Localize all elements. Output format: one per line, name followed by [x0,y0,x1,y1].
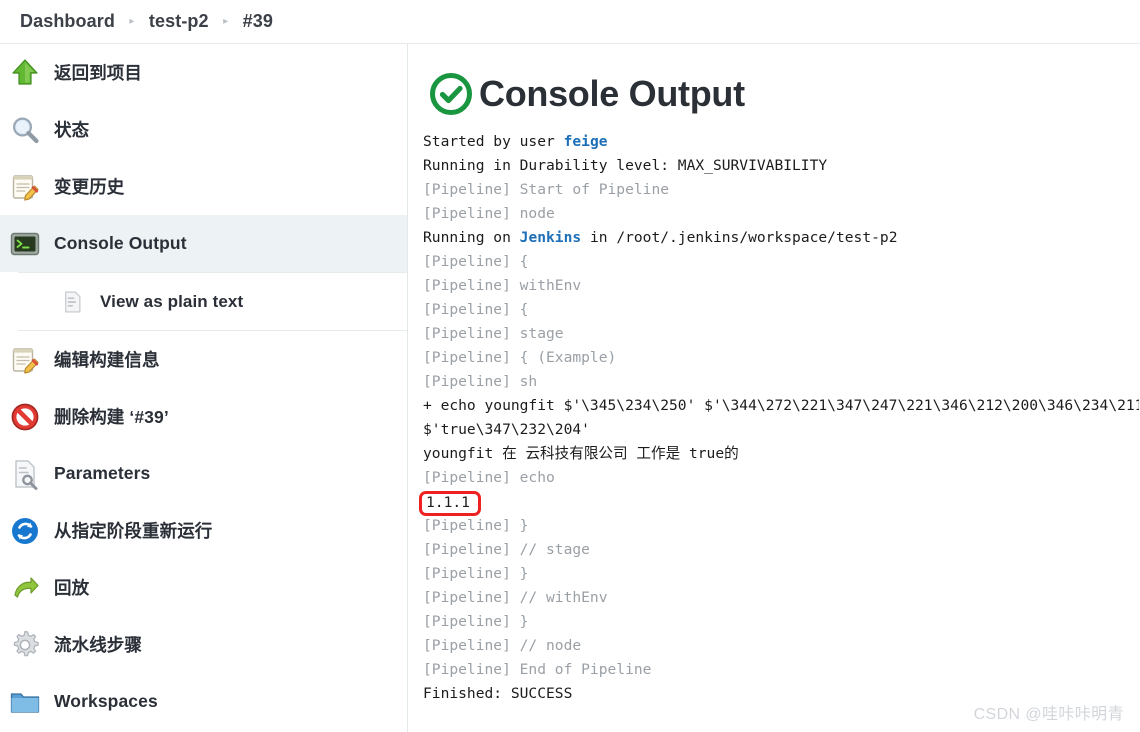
sidebar-item-label: 编辑构建信息 [54,350,160,370]
breadcrumb: Dashboard ▸ test-p2 ▸ #39 [0,0,1140,44]
console-log-line: Started by user feige [423,133,608,150]
up-arrow-icon [8,56,42,90]
console-log-line: [Pipeline] } [423,517,529,534]
console-log-line: [Pipeline] { (Example) [423,349,617,366]
sidebar-item-label: 从指定阶段重新运行 [54,521,213,541]
sidebar-item-item-2[interactable]: 变更历史 [0,158,407,215]
main-content: Console Output Started by user feige Runn… [409,44,1140,732]
sidebar: 返回到项目状态变更历史 Console Output View as plain t… [0,44,408,732]
console-log-line: [Pipeline] // stage [423,541,590,558]
breadcrumb-item-dashboard[interactable]: Dashboard [20,11,115,32]
sidebar-item-parameters[interactable]: Parameters [0,445,407,502]
console-log-link[interactable]: Jenkins [520,229,582,246]
sidebar-item-label: 返回到项目 [54,63,142,83]
console-log-line: Running on Jenkins in /root/.jenkins/wor… [423,229,898,246]
console-log-line: [Pipeline] sh [423,373,538,390]
magnifier-icon [8,113,42,147]
refresh-circle-icon [8,514,42,548]
sidebar-item-item-8[interactable]: 从指定阶段重新运行 [0,502,407,559]
red-highlight-annotation: 1.1.1 [419,491,481,516]
terminal-icon [8,227,42,261]
document-icon [60,287,86,317]
sidebar-item-label: View as plain text [100,291,244,311]
console-log-line: [Pipeline] Start of Pipeline [423,181,670,198]
sidebar-item-label: 回放 [54,578,90,598]
console-log-line: [Pipeline] // node [423,637,582,654]
sidebar-item-view-as-plain-text[interactable]: View as plain text [0,273,407,330]
breadcrumb-separator-icon: ▸ [223,15,229,27]
sidebar-item-label: Parameters [54,463,151,483]
console-log-link[interactable]: feige [564,133,608,150]
breadcrumb-item-test-p2[interactable]: test-p2 [149,11,209,32]
console-log-line-highlighted: 1.1.1 [419,490,1140,516]
watermark: CSDN @哇咔咔明青 [973,706,1124,723]
replay-arrow-icon [8,571,42,605]
console-log-line: [Pipeline] { [423,253,529,270]
folder-icon [8,685,42,719]
breadcrumb-separator-icon: ▸ [129,15,135,27]
sidebar-item-item-10[interactable]: 流水线步骤 [0,616,407,673]
console-log-output: Started by user feige Running in Durabili… [419,130,1140,706]
sidebar-item-label: 流水线步骤 [54,635,142,655]
console-log-line: [Pipeline] End of Pipeline [423,661,652,678]
document-wrench-icon [8,457,42,491]
sidebar-item-label: 变更历史 [54,177,125,197]
success-check-icon [425,68,477,120]
sidebar-item-39[interactable]: 删除构建 ‘#39’ [0,388,407,445]
console-log-line: [Pipeline] node [423,205,555,222]
sidebar-item-item-1[interactable]: 状态 [0,101,407,158]
console-log-line: [Pipeline] // withEnv [423,589,608,606]
console-header: Console Output [409,44,1140,118]
no-entry-icon [8,400,42,434]
console-log-line: [Pipeline] { [423,301,529,318]
sidebar-item-item-0[interactable]: 返回到项目 [0,44,407,101]
console-log-line: [Pipeline] withEnv [423,277,582,294]
sidebar-item-label: 删除构建 ‘#39’ [54,407,169,427]
notepad-pencil-icon [8,170,42,204]
jenkins-console-page: Dashboard ▸ test-p2 ▸ #39 返回到项目状态变更历史 Console… [0,0,1140,732]
sidebar-item-label: Workspaces [54,691,158,711]
sidebar-item-label: 状态 [54,120,90,140]
console-log-line: [Pipeline] } [423,565,529,582]
console-log-line: $'true\347\232\204' [423,421,590,438]
breadcrumb-item-39[interactable]: #39 [243,11,273,32]
sidebar-item-console-output[interactable]: Console Output [0,215,407,272]
console-log-line: [Pipeline] echo [423,469,555,486]
gear-icon [8,628,42,662]
console-log-line: [Pipeline] } [423,613,529,630]
sidebar-item-label: Console Output [54,233,187,253]
console-log-line: + echo youngfit $'\345\234\250' $'\344\2… [423,397,1139,414]
console-log-line: Running in Durability level: MAX_SURVIVA… [423,157,828,174]
console-log-line: [Pipeline] stage [423,325,564,342]
sidebar-item-item-9[interactable]: 回放 [0,559,407,616]
console-log-line: youngfit 在 云科技有限公司 工作是 true的 [423,445,739,462]
page-title: Console Output [479,73,745,114]
sidebar-item-item-5[interactable]: 编辑构建信息 [0,331,407,388]
sidebar-item-workspaces[interactable]: Workspaces [0,673,407,730]
notepad-pencil-icon [8,343,42,377]
